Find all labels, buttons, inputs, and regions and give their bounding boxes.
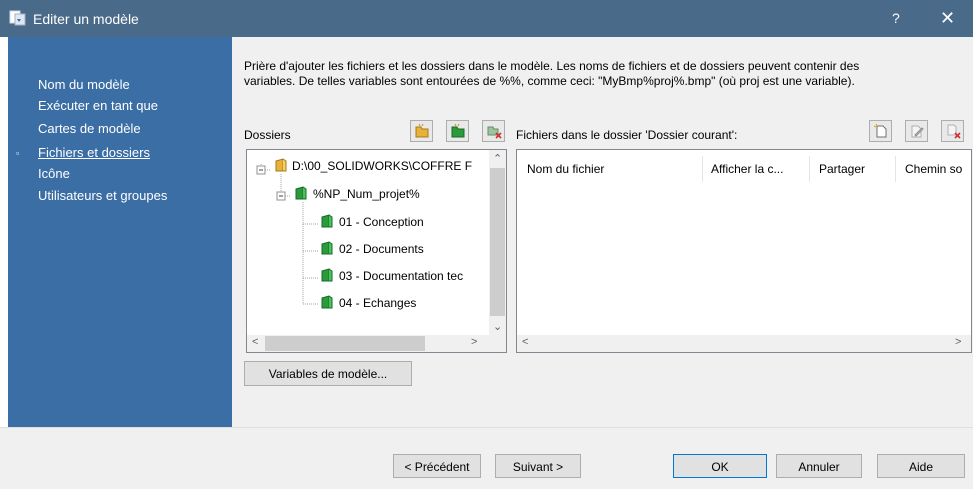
close-icon[interactable]: ✕ bbox=[940, 8, 955, 29]
title-bar: Editer un modèle ? ✕ bbox=[0, 0, 973, 37]
column-header-show[interactable]: Afficher la c... bbox=[711, 162, 783, 176]
folder-tree[interactable]: D:\00_SOLIDWORKS\COFFRE F %NP_Num_projet… bbox=[246, 149, 507, 353]
ok-button[interactable]: OK bbox=[673, 454, 767, 478]
column-divider[interactable] bbox=[895, 156, 896, 182]
tree-node-project[interactable]: %NP_Num_projet% bbox=[313, 187, 420, 201]
tree-horizontal-scrollbar[interactable]: < > bbox=[247, 335, 506, 352]
dialog-footer: < Précédent Suivant > OK Annuler Aide bbox=[0, 427, 973, 489]
column-header-file-name[interactable]: Nom du fichier bbox=[527, 162, 604, 176]
folder-icon bbox=[321, 214, 333, 228]
help-button[interactable]: Aide bbox=[877, 454, 965, 478]
next-button[interactable]: Suivant > bbox=[495, 454, 581, 478]
column-divider[interactable] bbox=[702, 156, 703, 182]
scroll-left-icon[interactable]: < bbox=[522, 336, 528, 348]
tree-horizontal-thumb[interactable] bbox=[265, 336, 425, 351]
folder-icon bbox=[321, 268, 333, 282]
sidebar-item-template-cards[interactable]: Cartes de modèle bbox=[38, 121, 141, 136]
folders-label: Dossiers bbox=[244, 128, 291, 142]
folder-icon bbox=[275, 158, 287, 172]
files-horizontal-scrollbar[interactable]: < > bbox=[517, 335, 971, 352]
files-list[interactable]: Nom du fichier Afficher la c... Partager… bbox=[516, 149, 972, 353]
scroll-right-icon[interactable]: > bbox=[471, 336, 477, 348]
tree-node-echanges[interactable]: 04 - Echanges bbox=[339, 296, 416, 310]
edit-file-button[interactable] bbox=[905, 120, 928, 142]
column-divider[interactable] bbox=[809, 156, 810, 182]
delete-file-button[interactable] bbox=[941, 120, 964, 142]
tree-node-conception[interactable]: 01 - Conception bbox=[339, 215, 424, 229]
tree-node-documentation[interactable]: 03 - Documentation tec bbox=[339, 269, 463, 283]
cancel-button[interactable]: Annuler bbox=[776, 454, 862, 478]
scroll-up-icon[interactable]: ⌃ bbox=[493, 152, 502, 165]
sidebar-item-files-and-folders[interactable]: Fichiers et dossiers bbox=[38, 145, 150, 160]
instructions-line-2: variables. De telles variables sont ento… bbox=[244, 74, 855, 88]
sidebar-item-template-name[interactable]: Nom du modèle bbox=[38, 77, 130, 92]
new-file-button[interactable] bbox=[869, 120, 892, 142]
folder-icon bbox=[321, 295, 333, 309]
previous-button[interactable]: < Précédent bbox=[393, 454, 481, 478]
add-folder-button[interactable] bbox=[410, 120, 433, 142]
sidebar-item-run-as[interactable]: Exécuter en tant que bbox=[38, 98, 158, 113]
add-subfolder-button[interactable] bbox=[446, 120, 469, 142]
scroll-down-icon[interactable]: ⌄ bbox=[493, 320, 502, 333]
sidebar: Nom du modèle Exécuter en tant que Carte… bbox=[8, 37, 232, 427]
scroll-left-icon[interactable]: < bbox=[252, 336, 258, 348]
instructions-text: Prière d'ajouter les fichiers et les dos… bbox=[244, 59, 964, 89]
column-header-share[interactable]: Partager bbox=[819, 162, 865, 176]
instructions-line-1: Prière d'ajouter les fichiers et les dos… bbox=[244, 59, 860, 73]
folder-icon bbox=[321, 241, 333, 255]
content-panel: Prière d'ajouter les fichiers et les dos… bbox=[232, 37, 973, 427]
window-title: Editer un modèle bbox=[33, 11, 139, 27]
scroll-right-icon[interactable]: > bbox=[955, 336, 961, 348]
delete-folder-button[interactable] bbox=[482, 120, 505, 142]
sidebar-item-icon[interactable]: Icône bbox=[38, 166, 70, 181]
tree-node-documents[interactable]: 02 - Documents bbox=[339, 242, 424, 256]
template-app-icon bbox=[9, 10, 26, 26]
sidebar-item-users-and-groups[interactable]: Utilisateurs et groupes bbox=[38, 188, 167, 203]
files-label: Fichiers dans le dossier 'Dossier couran… bbox=[516, 128, 738, 142]
folder-icon bbox=[295, 186, 307, 200]
column-header-source-path[interactable]: Chemin so bbox=[905, 162, 962, 176]
template-variables-button[interactable]: Variables de modèle... bbox=[244, 361, 412, 386]
tree-node-root[interactable]: D:\00_SOLIDWORKS\COFFRE F bbox=[292, 159, 472, 173]
tree-vertical-thumb[interactable] bbox=[490, 168, 505, 316]
help-icon[interactable]: ? bbox=[892, 10, 900, 26]
tree-vertical-scrollbar[interactable]: ⌃ ⌄ bbox=[489, 150, 506, 336]
selected-bullet-icon: ▫ bbox=[16, 148, 20, 158]
